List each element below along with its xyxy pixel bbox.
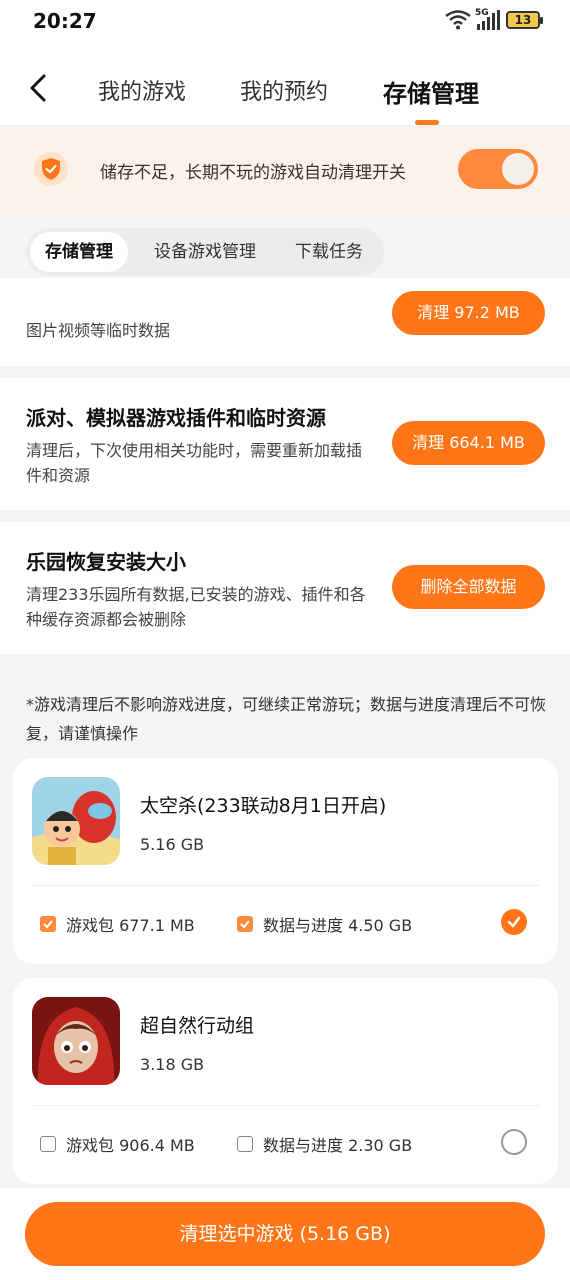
auto-clean-label: 储存不足，长期不玩的游戏自动清理开关: [100, 163, 406, 183]
space-kill-game-icon: [32, 777, 120, 865]
storage-subtabs: 存储管理 设备游戏管理 下载任务: [26, 228, 384, 276]
game-data-label: 数据与进度 2.30 GB: [263, 1136, 413, 1155]
section-title: 乐园恢复安装大小: [26, 550, 186, 574]
tab-my-games[interactable]: 我的游戏: [98, 74, 186, 106]
game-data-option[interactable]: 数据与进度 4.50 GB: [237, 912, 412, 936]
toggle-knob: [502, 153, 534, 185]
bottom-action-bar: 清理选中游戏 (5.16 GB): [0, 1188, 570, 1280]
clean-temp-button[interactable]: 清理 97.2 MB: [392, 291, 545, 335]
restore-install-section: 乐园恢复安装大小 清理233乐园所有数据,已安装的游戏、插件和各种缓存资源都会被…: [0, 522, 570, 654]
game-name: 太空杀(233联动8月1日开启): [140, 795, 387, 817]
subtab-downloads[interactable]: 下载任务: [284, 232, 374, 272]
game-data-label: 数据与进度 4.50 GB: [263, 916, 413, 935]
game-package-label: 游戏包 677.1 MB: [66, 916, 195, 935]
delete-all-data-button[interactable]: 删除全部数据: [392, 565, 545, 609]
checkmark-icon: [507, 916, 521, 928]
game-size: 5.16 GB: [140, 835, 205, 854]
section-title: 派对、模拟器游戏插件和临时资源: [26, 406, 326, 430]
game-card[interactable]: 太空杀(233联动8月1日开启) 5.16 GB 游戏包 677.1 MB 数据…: [13, 758, 558, 964]
auto-clean-banner: 储存不足，长期不玩的游戏自动清理开关: [0, 127, 570, 211]
signal-icon: 5G: [475, 8, 500, 30]
wifi-icon: [445, 10, 471, 30]
clean-plugins-button[interactable]: 清理 664.1 MB: [392, 421, 545, 465]
battery-icon: 13: [506, 11, 543, 29]
game-card[interactable]: 超自然行动组 3.18 GB 游戏包 906.4 MB 数据与进度 2.30 G…: [13, 978, 558, 1184]
battery-level: 13: [514, 13, 532, 27]
checkbox-unchecked-icon[interactable]: [237, 1136, 253, 1152]
subtab-storage[interactable]: 存储管理: [30, 232, 128, 272]
status-icons: 5G 13: [445, 8, 543, 30]
status-time: 20:27: [33, 9, 97, 33]
game-data-option[interactable]: 数据与进度 2.30 GB: [237, 1132, 412, 1156]
status-bar: 20:27 5G 13: [0, 0, 570, 44]
divider: [32, 1105, 539, 1106]
section-desc: 清理233乐园所有数据,已安装的游戏、插件和各种缓存资源都会被删除: [26, 585, 366, 629]
supernatural-game-icon: [32, 997, 120, 1085]
auto-clean-toggle[interactable]: [458, 149, 538, 189]
subtab-device-games[interactable]: 设备游戏管理: [140, 232, 270, 272]
plugin-resources-section: 派对、模拟器游戏插件和临时资源 清理后，下次使用相关功能时，需要重新加载插件和资…: [0, 378, 570, 510]
network-type: 5G: [475, 8, 489, 18]
tab-storage-management[interactable]: 存储管理: [383, 74, 479, 109]
game-package-option[interactable]: 游戏包 906.4 MB: [40, 1132, 195, 1156]
shield-icon: [34, 152, 68, 186]
game-size: 3.18 GB: [140, 1055, 205, 1074]
temp-data-section: 图片视频等临时数据 清理 97.2 MB: [0, 278, 570, 366]
select-game-radio[interactable]: [501, 909, 527, 935]
select-game-radio[interactable]: [501, 1129, 527, 1155]
section-desc: 清理后，下次使用相关功能时，需要重新加载插件和资源: [26, 441, 363, 485]
back-arrow-icon[interactable]: [24, 72, 52, 104]
game-package-label: 游戏包 906.4 MB: [66, 1136, 195, 1155]
checkbox-checked-icon[interactable]: [40, 916, 56, 932]
clean-selected-games-button[interactable]: 清理选中游戏 (5.16 GB): [25, 1202, 545, 1266]
checkbox-checked-icon[interactable]: [237, 916, 253, 932]
active-tab-indicator: [415, 120, 439, 125]
game-package-option[interactable]: 游戏包 677.1 MB: [40, 912, 195, 936]
tab-my-reservations[interactable]: 我的预约: [240, 74, 328, 106]
divider: [32, 885, 539, 886]
checkbox-unchecked-icon[interactable]: [40, 1136, 56, 1152]
top-nav: 我的游戏 我的预约 存储管理: [0, 44, 570, 126]
game-name: 超自然行动组: [140, 1015, 255, 1037]
section-desc: 图片视频等临时数据: [26, 321, 171, 340]
clean-notice: *游戏清理后不影响游戏进度，可继续正常游玩；数据与进度清理后不可恢复，请谨慎操作: [26, 695, 547, 743]
